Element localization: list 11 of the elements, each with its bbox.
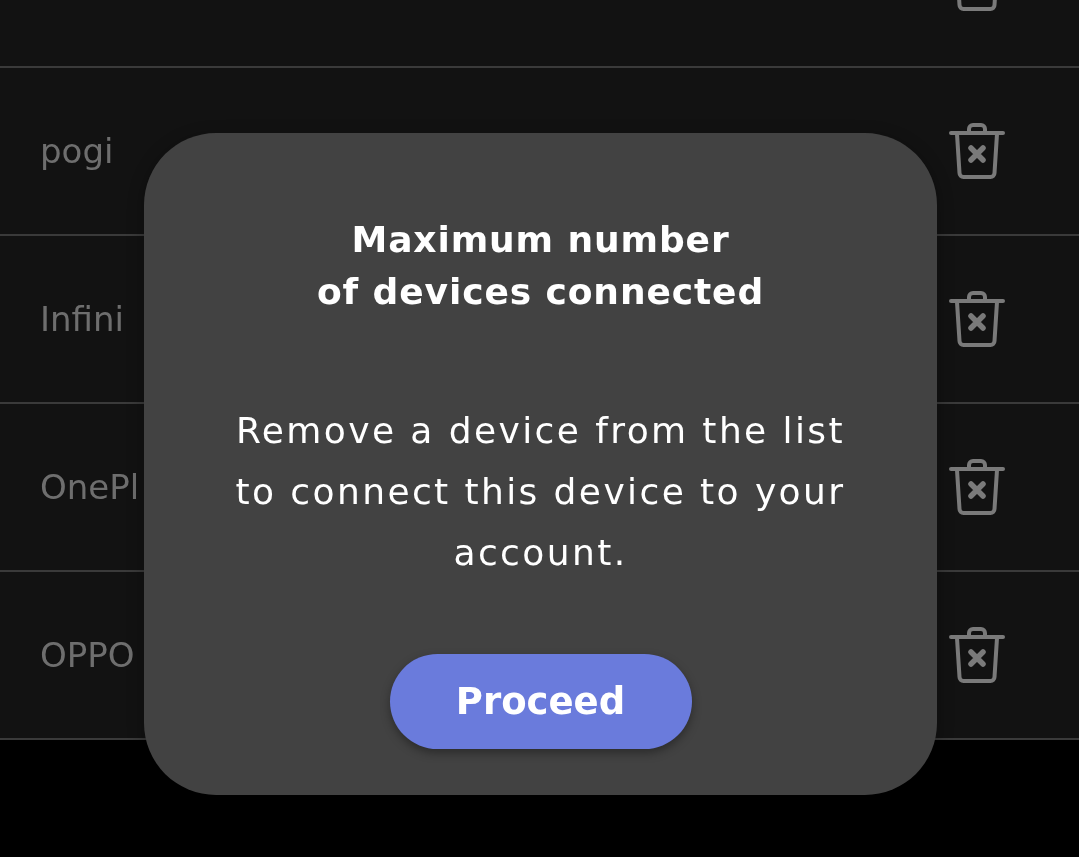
dialog-message: Remove a device from the list to connect this device to your account. xyxy=(235,409,846,575)
trash-icon[interactable] xyxy=(949,458,1005,516)
device-name: pogi xyxy=(40,131,114,171)
trash-icon[interactable] xyxy=(949,626,1005,684)
device-name: Infini xyxy=(40,299,124,339)
device-name: OnePl xyxy=(40,467,140,507)
proceed-button[interactable]: Proceed xyxy=(389,654,692,749)
trash-icon[interactable] xyxy=(949,122,1005,180)
trash-icon[interactable] xyxy=(949,290,1005,348)
dialog-title: Maximum number of devices connected xyxy=(316,218,765,314)
device-name: OPPO xyxy=(40,635,135,675)
